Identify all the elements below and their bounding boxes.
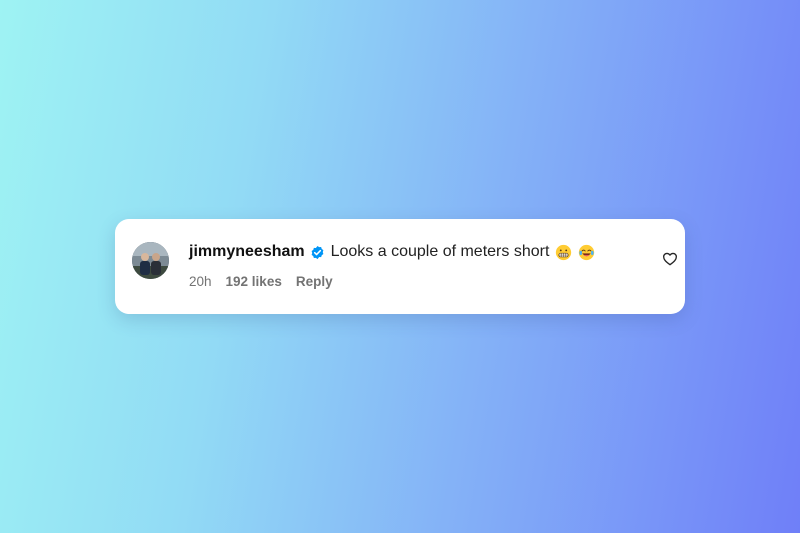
- comment-text: Looks a couple of meters short: [330, 243, 550, 260]
- comment-meta: 20h 192 likes Reply: [189, 274, 347, 289]
- comment-time: 20h: [189, 274, 212, 289]
- verified-badge-icon: [310, 245, 325, 260]
- heart-outline-icon[interactable]: [662, 251, 678, 267]
- face-with-tears-of-joy-emoji: [578, 244, 595, 261]
- reply-button[interactable]: Reply: [296, 274, 333, 289]
- comment-card: jimmyneesham Looks a couple of meters sh…: [115, 219, 685, 314]
- profile-photo: [132, 242, 169, 279]
- username[interactable]: jimmyneesham: [189, 243, 305, 261]
- likes-count[interactable]: 192 likes: [226, 274, 282, 289]
- avatar[interactable]: [132, 242, 169, 279]
- grimacing-face-emoji: [555, 244, 572, 261]
- comment-line: jimmyneesham Looks a couple of meters sh…: [189, 243, 595, 261]
